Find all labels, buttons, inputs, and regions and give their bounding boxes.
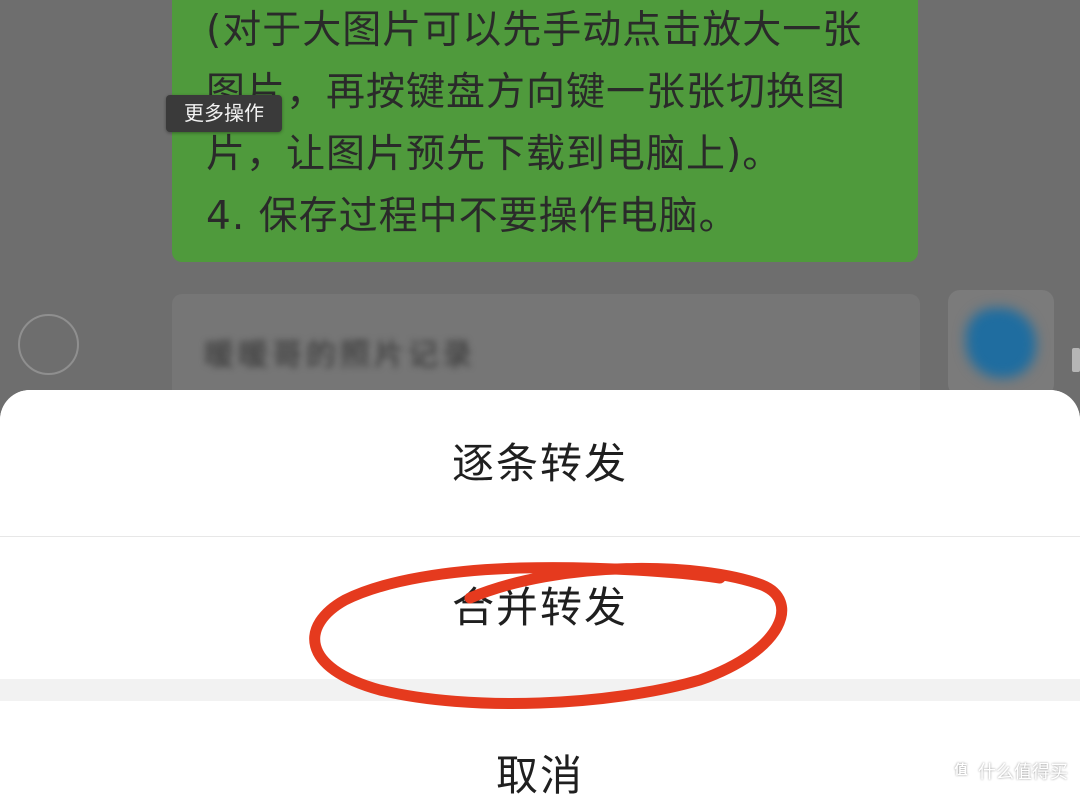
message-select-checkbox[interactable] bbox=[18, 314, 79, 375]
avatar-image bbox=[966, 308, 1036, 378]
watermark-text: 什么值得买 bbox=[978, 762, 1068, 783]
green-message-bubble: (对于大图片可以先手动点击放大一张 图片，再按键盘方向键一张张切换图 片，让图片… bbox=[172, 0, 918, 262]
message-line: 图片，再按键盘方向键一张张切换图 bbox=[206, 70, 847, 115]
scrollbar-handle[interactable] bbox=[1072, 348, 1080, 372]
site-watermark: 值什么值得买 bbox=[950, 758, 1068, 788]
sender-avatar[interactable] bbox=[948, 290, 1054, 396]
section-gap bbox=[0, 679, 1080, 701]
forward-one-by-one-button[interactable]: 逐条转发 bbox=[0, 390, 1080, 536]
message-line: 4. 保存过程中不要操作电脑。 bbox=[206, 194, 739, 239]
message-line: 片，让图片预先下载到电脑上)。 bbox=[206, 132, 783, 177]
message-line: (对于大图片可以先手动点击放大一张 bbox=[206, 8, 863, 53]
blurred-message-text: 暖暖哥的照片记录 bbox=[204, 338, 476, 373]
watermark-logo-icon: 值 bbox=[950, 760, 972, 782]
more-actions-tooltip: 更多操作 bbox=[166, 95, 282, 132]
cancel-button[interactable]: 取消 bbox=[0, 701, 1080, 794]
forward-action-sheet: 逐条转发 合并转发 取消 bbox=[0, 390, 1080, 794]
merge-forward-button[interactable]: 合并转发 bbox=[0, 537, 1080, 679]
